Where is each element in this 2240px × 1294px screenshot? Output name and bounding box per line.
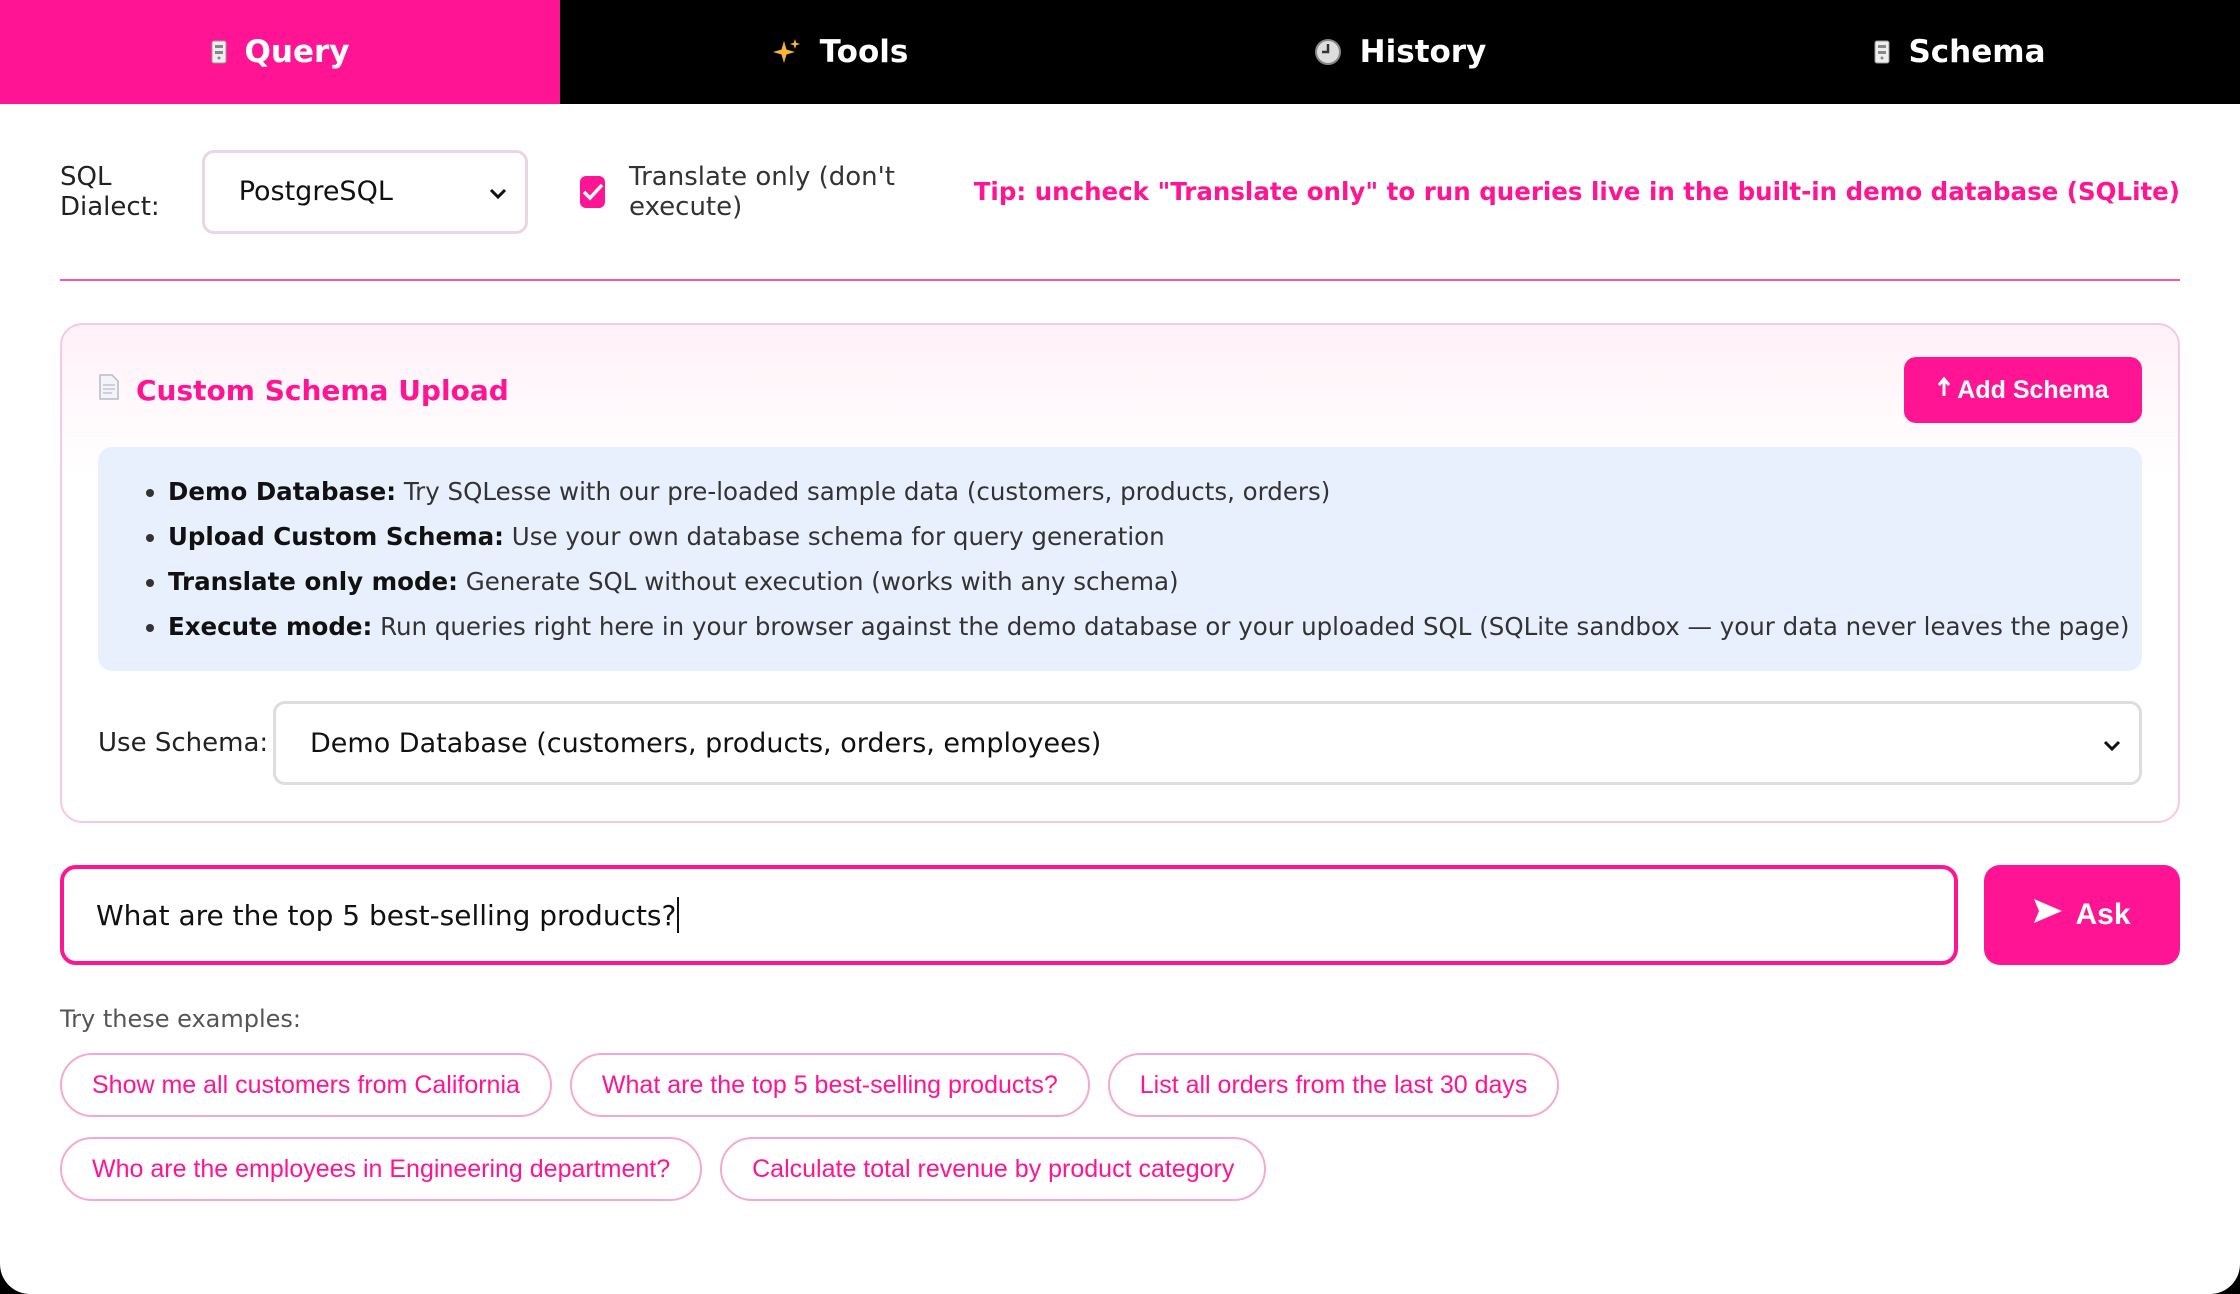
use-schema-row: Use Schema: Demo Database (customers, pr… bbox=[98, 701, 2142, 785]
info-item-demo: Demo Database: Try SQLesse with our pre-… bbox=[168, 469, 2112, 514]
document-icon bbox=[98, 373, 120, 407]
clock-icon bbox=[1314, 38, 1342, 66]
examples-label: Try these examples: bbox=[60, 1005, 302, 1033]
info-text: Generate SQL without execution (works wi… bbox=[457, 567, 1179, 596]
info-item-upload: Upload Custom Schema: Use your own datab… bbox=[168, 514, 2112, 559]
database-icon bbox=[1874, 40, 1890, 64]
tab-history[interactable]: History bbox=[1120, 0, 1680, 104]
info-term: Execute mode: bbox=[168, 612, 373, 641]
schema-card-title: Custom Schema Upload bbox=[98, 374, 509, 407]
example-chips: Show me all customers from California Wh… bbox=[60, 1053, 1760, 1201]
translate-only-label[interactable]: Translate only (don't execute) bbox=[629, 162, 930, 222]
dialect-label: SQL Dialect: bbox=[60, 161, 160, 222]
use-schema-label: Use Schema: bbox=[98, 728, 269, 758]
chevron-down-icon bbox=[489, 176, 507, 207]
example-chip[interactable]: What are the top 5 best-selling products… bbox=[569, 1053, 1090, 1117]
tab-schema[interactable]: Schema bbox=[1680, 0, 2240, 104]
dialect-select[interactable]: PostgreSQL bbox=[201, 149, 529, 234]
sparkles-icon bbox=[772, 37, 802, 67]
example-chip[interactable]: List all orders from the last 30 days bbox=[1107, 1053, 1560, 1117]
info-term: Translate only mode: bbox=[168, 567, 458, 596]
translate-only-checkbox[interactable] bbox=[580, 175, 606, 208]
info-term: Demo Database: bbox=[168, 477, 397, 506]
query-input[interactable]: What are the top 5 best-selling products… bbox=[60, 865, 1958, 965]
info-item-execute: Execute mode: Run queries right here in … bbox=[168, 604, 2129, 649]
checkmark-icon bbox=[582, 183, 603, 201]
info-text: Use your own database schema for query g… bbox=[503, 522, 1165, 551]
tab-label: Query bbox=[244, 34, 350, 70]
query-input-value: What are the top 5 best-selling products… bbox=[96, 898, 677, 932]
tab-label: Schema bbox=[1908, 34, 2046, 70]
tab-query[interactable]: Query bbox=[0, 0, 560, 104]
tab-bar: Query Tools History Schema bbox=[0, 0, 2240, 104]
text-caret bbox=[677, 897, 680, 933]
schema-info-box: Demo Database: Try SQLesse with our pre-… bbox=[98, 447, 2142, 671]
dialect-selected-value: PostgreSQL bbox=[238, 176, 393, 207]
tip-text: Tip: uncheck "Translate only" to run que… bbox=[973, 177, 2180, 206]
ask-label: Ask bbox=[2075, 898, 2131, 931]
tab-label: Tools bbox=[819, 34, 909, 70]
upload-arrow-icon bbox=[1937, 376, 1951, 405]
info-item-translate: Translate only mode: Generate SQL withou… bbox=[168, 559, 2112, 604]
info-text: Try SQLesse with our pre-loaded sample d… bbox=[396, 477, 1331, 506]
add-schema-label: Add Schema bbox=[1957, 375, 2109, 404]
send-arrow-icon bbox=[2033, 898, 2063, 932]
info-term: Upload Custom Schema: bbox=[168, 522, 504, 551]
add-schema-button[interactable]: Add Schema bbox=[1904, 357, 2142, 423]
dialect-row: SQL Dialect: PostgreSQL Translate only (… bbox=[60, 104, 2180, 281]
example-chip[interactable]: Who are the employees in Engineering dep… bbox=[60, 1137, 703, 1201]
query-row: What are the top 5 best-selling products… bbox=[60, 865, 2180, 965]
use-schema-select[interactable]: Demo Database (customers, products, orde… bbox=[273, 701, 2142, 785]
use-schema-selected-value: Demo Database (customers, products, orde… bbox=[310, 727, 1102, 759]
app-window: Query Tools History Schema SQL Dialect: … bbox=[0, 0, 2240, 1294]
tab-label: History bbox=[1359, 34, 1487, 70]
ask-button[interactable]: Ask bbox=[1984, 865, 2180, 965]
info-text: Run queries right here in your browser a… bbox=[372, 612, 2130, 641]
schema-info-list: Demo Database: Try SQLesse with our pre-… bbox=[128, 469, 2129, 649]
chevron-down-icon bbox=[2103, 728, 2121, 759]
tab-tools[interactable]: Tools bbox=[560, 0, 1120, 104]
main-content: SQL Dialect: PostgreSQL Translate only (… bbox=[0, 104, 2240, 1201]
database-icon bbox=[211, 40, 227, 64]
schema-card-title-text: Custom Schema Upload bbox=[136, 373, 509, 407]
example-chip[interactable]: Show me all customers from California bbox=[60, 1053, 552, 1117]
custom-schema-card: Custom Schema Upload Add Schema Demo Dat… bbox=[60, 323, 2180, 823]
example-chip[interactable]: Calculate total revenue by product categ… bbox=[720, 1137, 1267, 1201]
schema-card-header: Custom Schema Upload Add Schema bbox=[98, 357, 2142, 423]
